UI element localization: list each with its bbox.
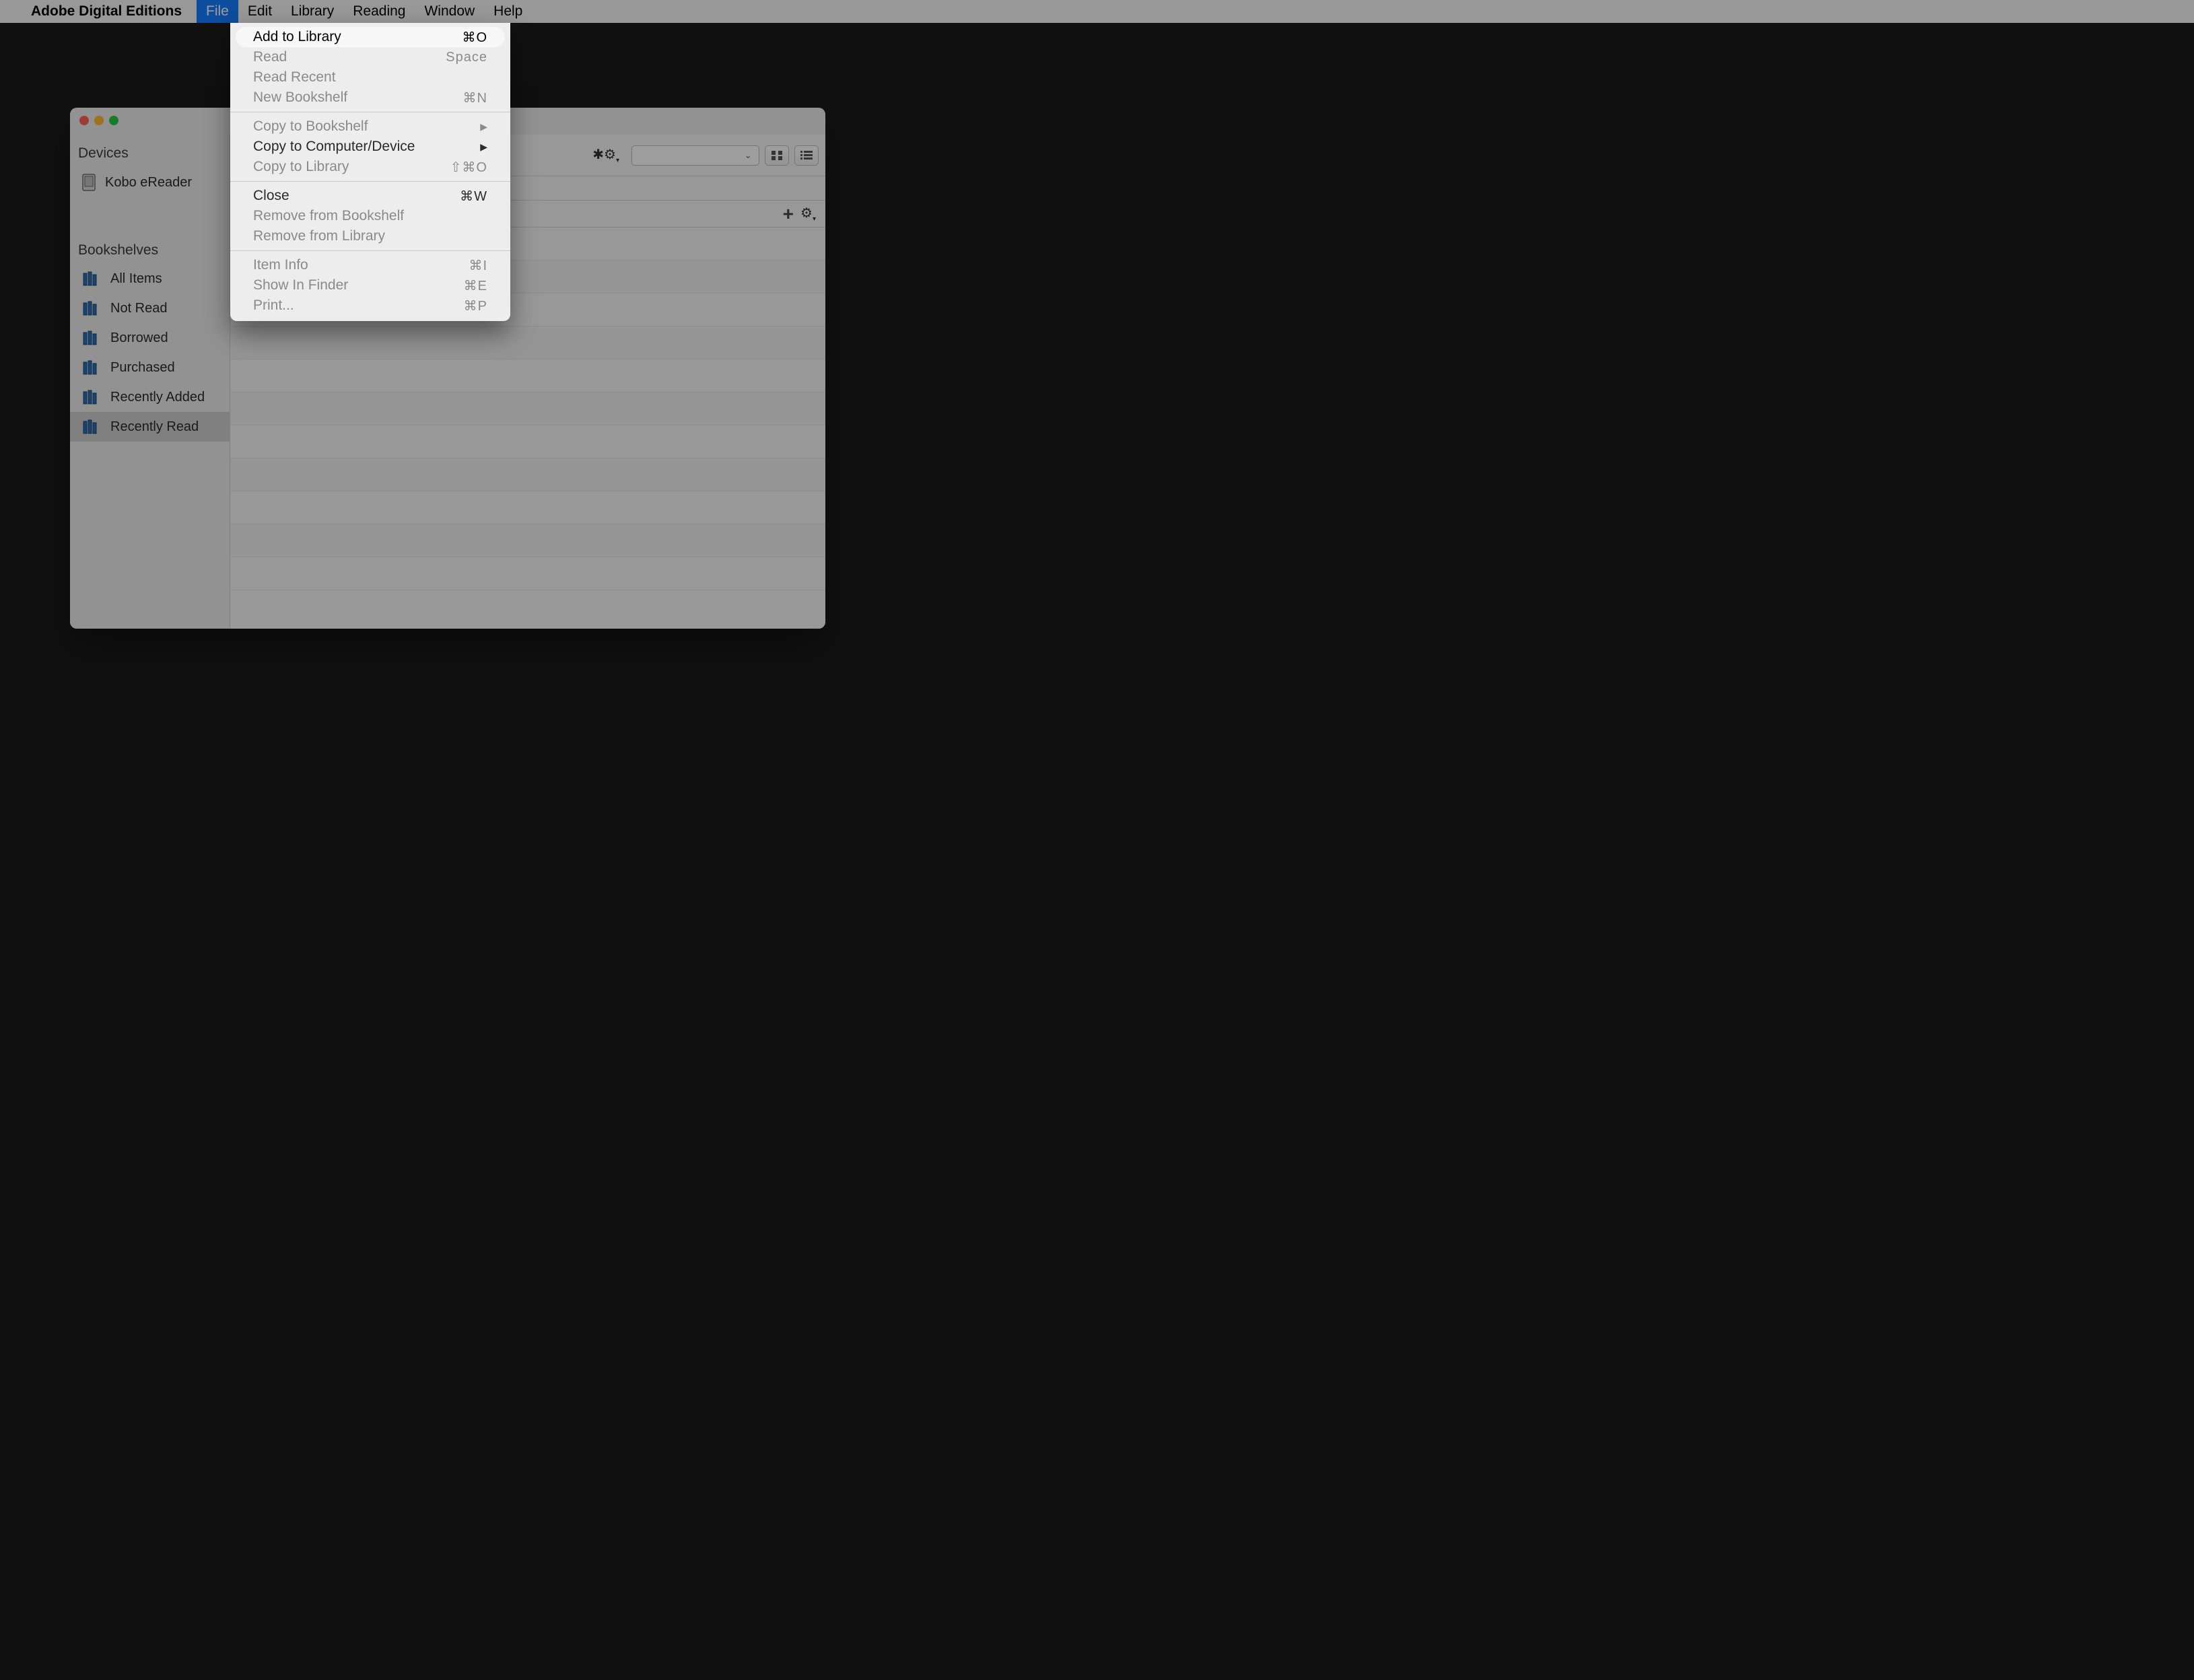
menu-item-shortcut: ⌘P — [464, 298, 487, 314]
menu-item-label: Read — [253, 49, 287, 65]
menu-item-print: Print... ⌘P — [230, 295, 510, 316]
menu-item-read: Read Space — [230, 47, 510, 67]
menu-item-label: Show In Finder — [253, 277, 348, 293]
desktop: Adobe Digital Editions File Edit Library… — [0, 0, 2194, 1680]
menu-item-remove-from-bookshelf: Remove from Bookshelf — [230, 206, 510, 226]
menu-item-show-in-finder: Show In Finder ⌘E — [230, 275, 510, 295]
menu-item-shortcut: ⌘E — [464, 277, 487, 294]
menu-item-copy-to-bookshelf: Copy to Bookshelf ▶ — [230, 116, 510, 137]
menu-item-label: Remove from Bookshelf — [253, 208, 404, 224]
menu-item-shortcut: Space — [446, 50, 487, 65]
file-menu-dropdown: Add to Library ⌘O Read Space Read Recent… — [230, 23, 510, 321]
submenu-arrow-icon: ▶ — [480, 141, 487, 153]
menu-item-label: Copy to Library — [253, 159, 349, 175]
menu-item-item-info: Item Info ⌘I — [230, 255, 510, 275]
menu-item-shortcut: ⌘O — [462, 29, 487, 46]
menu-item-shortcut: ⌘I — [469, 257, 487, 274]
menu-item-label: Item Info — [253, 257, 308, 273]
menu-item-shortcut: ⌘N — [463, 90, 487, 106]
menu-item-label: Copy to Computer/Device — [253, 139, 415, 155]
menu-item-close[interactable]: Close ⌘W — [230, 186, 510, 206]
menu-separator — [230, 250, 510, 251]
menu-item-add-to-library[interactable]: Add to Library ⌘O — [236, 27, 505, 47]
menu-item-shortcut: ⌘W — [460, 188, 487, 205]
menu-item-label: Remove from Library — [253, 228, 385, 244]
menu-separator — [230, 181, 510, 182]
menu-item-label: Copy to Bookshelf — [253, 118, 368, 135]
menu-item-copy-to-library: Copy to Library ⇧⌘O — [230, 157, 510, 177]
menu-item-label: Add to Library — [253, 29, 341, 45]
menu-item-new-bookshelf: New Bookshelf ⌘N — [230, 88, 510, 108]
menu-item-label: Read Recent — [253, 69, 336, 85]
menu-item-copy-to-computer-device[interactable]: Copy to Computer/Device ▶ — [230, 137, 510, 157]
menu-item-label: New Bookshelf — [253, 90, 347, 106]
menu-item-shortcut: ⇧⌘O — [450, 159, 487, 176]
submenu-arrow-icon: ▶ — [480, 121, 487, 133]
menu-item-remove-from-library: Remove from Library — [230, 226, 510, 246]
menu-item-label: Close — [253, 188, 289, 204]
menu-item-label: Print... — [253, 298, 294, 314]
menu-item-read-recent: Read Recent — [230, 67, 510, 88]
